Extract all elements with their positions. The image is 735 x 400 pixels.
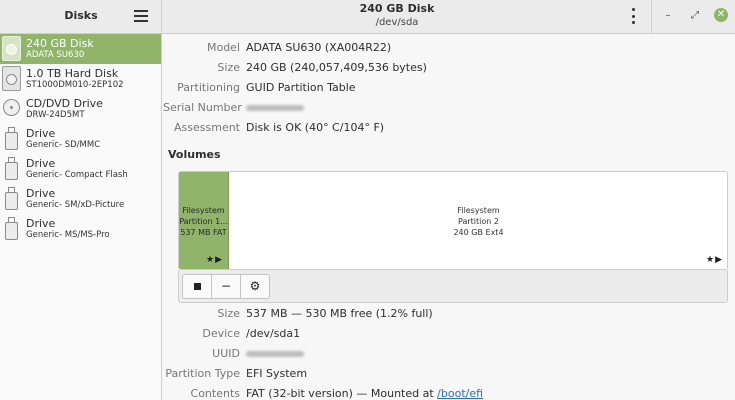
uuid-label: UUID (212, 347, 240, 360)
device-label: Device (202, 327, 240, 340)
volume-size-value: 537 MB — 530 MB free (1.2% full) (246, 307, 433, 320)
window-title: 240 GB Disk /dev/sda (162, 2, 632, 29)
serial-redacted (246, 105, 304, 111)
model-row: Model ADATA SU630 (XA004R22) (163, 40, 735, 56)
hamburger-menu-icon[interactable] (133, 8, 149, 24)
disk-device-path: /dev/sda (375, 17, 419, 28)
size-row: Size 240 GB (240,057,409,536 bytes) (163, 60, 735, 76)
header-separator (651, 0, 652, 34)
partition-type-value: EFI System (246, 367, 308, 380)
size-label: Size (217, 61, 240, 74)
disk-item-name: 240 GB Disk (26, 37, 94, 50)
close-button[interactable]: ✕ (714, 8, 728, 22)
partition-2-name: Partition 2 (458, 217, 499, 226)
device-row: Device /dev/sda1 (163, 326, 735, 342)
disk-item-name: 1.0 TB Hard Disk (26, 67, 119, 80)
usb-drive-icon (2, 156, 21, 181)
minimize-button[interactable]: – (660, 8, 676, 24)
disk-item-sd-mmc[interactable]: Drive Generic- SD/MMC (0, 124, 161, 154)
volume-map: Filesystem Partition 1... 537 MB FAT ★▶ … (178, 171, 728, 270)
disk-item-1tb[interactable]: 1.0 TB Hard Disk ST1000DM010-2EP102 (0, 64, 161, 94)
assessment-label: Assessment (174, 121, 240, 134)
partition-1-text: Filesystem Partition 1... 537 MB FAT (179, 205, 228, 238)
usb-drive-icon (2, 186, 21, 211)
model-label: Model (206, 41, 240, 54)
contents-label: Contents (190, 387, 240, 400)
hard-disk-icon (2, 66, 21, 91)
disk-item-name: Drive (26, 187, 56, 200)
disk-item-ms-pro[interactable]: Drive Generic- MS/MS-Pro (0, 214, 161, 244)
volumes-heading: Volumes (168, 148, 221, 161)
disk-item-model: DRW-24D5MT (26, 110, 85, 120)
stop-icon (193, 283, 201, 290)
disk-item-name: Drive (26, 217, 56, 230)
disk-item-model: ST1000DM010-2EP102 (26, 80, 124, 90)
header-bar: Disks 240 GB Disk /dev/sda – ⤢ ✕ (0, 0, 735, 34)
disk-item-model: Generic- SD/MMC (26, 140, 101, 150)
partition-1-name: Partition 1... (179, 217, 228, 226)
disk-title: 240 GB Disk (359, 2, 435, 15)
partition-1[interactable]: Filesystem Partition 1... 537 MB FAT ★▶ (179, 172, 229, 269)
model-value: ADATA SU630 (XA004R22) (246, 41, 392, 54)
partition-2-mounted-icon: ★▶ (706, 255, 723, 265)
partitioning-row: Partitioning GUID Partition Table (163, 80, 735, 96)
assessment-value: Disk is OK (40° C/104° F) (246, 121, 385, 134)
delete-partition-button[interactable]: − (211, 274, 241, 299)
disk-item-model: Generic- SM/xD-Picture (26, 200, 125, 210)
volume-size-label: Size (217, 307, 240, 320)
disk-item-name: Drive (26, 157, 56, 170)
usb-drive-icon (2, 126, 21, 151)
serial-row: Serial Number (163, 100, 735, 116)
partition-1-mounted-icon: ★▶ (206, 255, 223, 265)
volume-toolbar: − ⚙ (178, 270, 728, 303)
partitioning-label: Partitioning (177, 81, 240, 94)
gear-icon[interactable]: ⚙ (240, 274, 270, 299)
contents-row: Contents FAT (32-bit version) — Mounted … (163, 386, 735, 400)
disk-sidebar: 240 GB Disk ADATA SU630 1.0 TB Hard Disk… (0, 34, 162, 400)
disk-item-compact-flash[interactable]: Drive Generic- Compact Flash (0, 154, 161, 184)
size-value: 240 GB (240,057,409,536 bytes) (246, 61, 427, 74)
partition-type-row: Partition Type EFI System (163, 366, 735, 382)
partition-2-type: Filesystem (457, 206, 500, 215)
disk-item-name: Drive (26, 127, 56, 140)
device-value: /dev/sda1 (246, 327, 301, 340)
mount-point-link[interactable]: /boot/efi (437, 387, 483, 400)
uuid-redacted (246, 351, 304, 357)
partition-2-size: 240 GB Ext4 (453, 228, 504, 237)
partitioning-value: GUID Partition Table (246, 81, 356, 94)
usb-drive-icon (2, 216, 21, 241)
unmount-button[interactable] (182, 274, 212, 299)
disk-item-model: Generic- MS/MS-Pro (26, 230, 110, 240)
disk-item-optical[interactable]: CD/DVD Drive DRW-24D5MT (0, 94, 161, 124)
disk-item-model: Generic- Compact Flash (26, 170, 128, 180)
disk-details-panel: Model ADATA SU630 (XA004R22) Size 240 GB… (163, 34, 735, 400)
disk-item-name: CD/DVD Drive (26, 97, 103, 110)
kebab-menu-icon[interactable] (629, 7, 637, 25)
contents-value: FAT (32-bit version) — Mounted at /boot/… (246, 386, 483, 400)
serial-label: Serial Number (163, 101, 242, 114)
ssd-icon (2, 36, 21, 61)
volume-size-row: Size 537 MB — 530 MB free (1.2% full) (163, 306, 735, 322)
disk-item-model: ADATA SU630 (26, 50, 85, 60)
partition-type-label: Partition Type (165, 367, 240, 380)
disk-item-sm-xd[interactable]: Drive Generic- SM/xD-Picture (0, 184, 161, 214)
uuid-row: UUID (163, 346, 735, 362)
partition-1-type: Filesystem (182, 206, 225, 215)
partition-1-size: 537 MB FAT (180, 228, 227, 237)
partition-2[interactable]: Filesystem Partition 2 240 GB Ext4 ★▶ (230, 172, 727, 269)
sidebar-header: Disks (0, 0, 162, 34)
maximize-button[interactable]: ⤢ (687, 8, 703, 24)
disk-item-240gb[interactable]: 240 GB Disk ADATA SU630 (0, 34, 161, 64)
assessment-row: Assessment Disk is OK (40° C/104° F) (163, 120, 735, 136)
optical-drive-icon (2, 96, 21, 121)
contents-text: FAT (32-bit version) — Mounted at (246, 387, 438, 400)
partition-2-text: Filesystem Partition 2 240 GB Ext4 (230, 205, 727, 238)
